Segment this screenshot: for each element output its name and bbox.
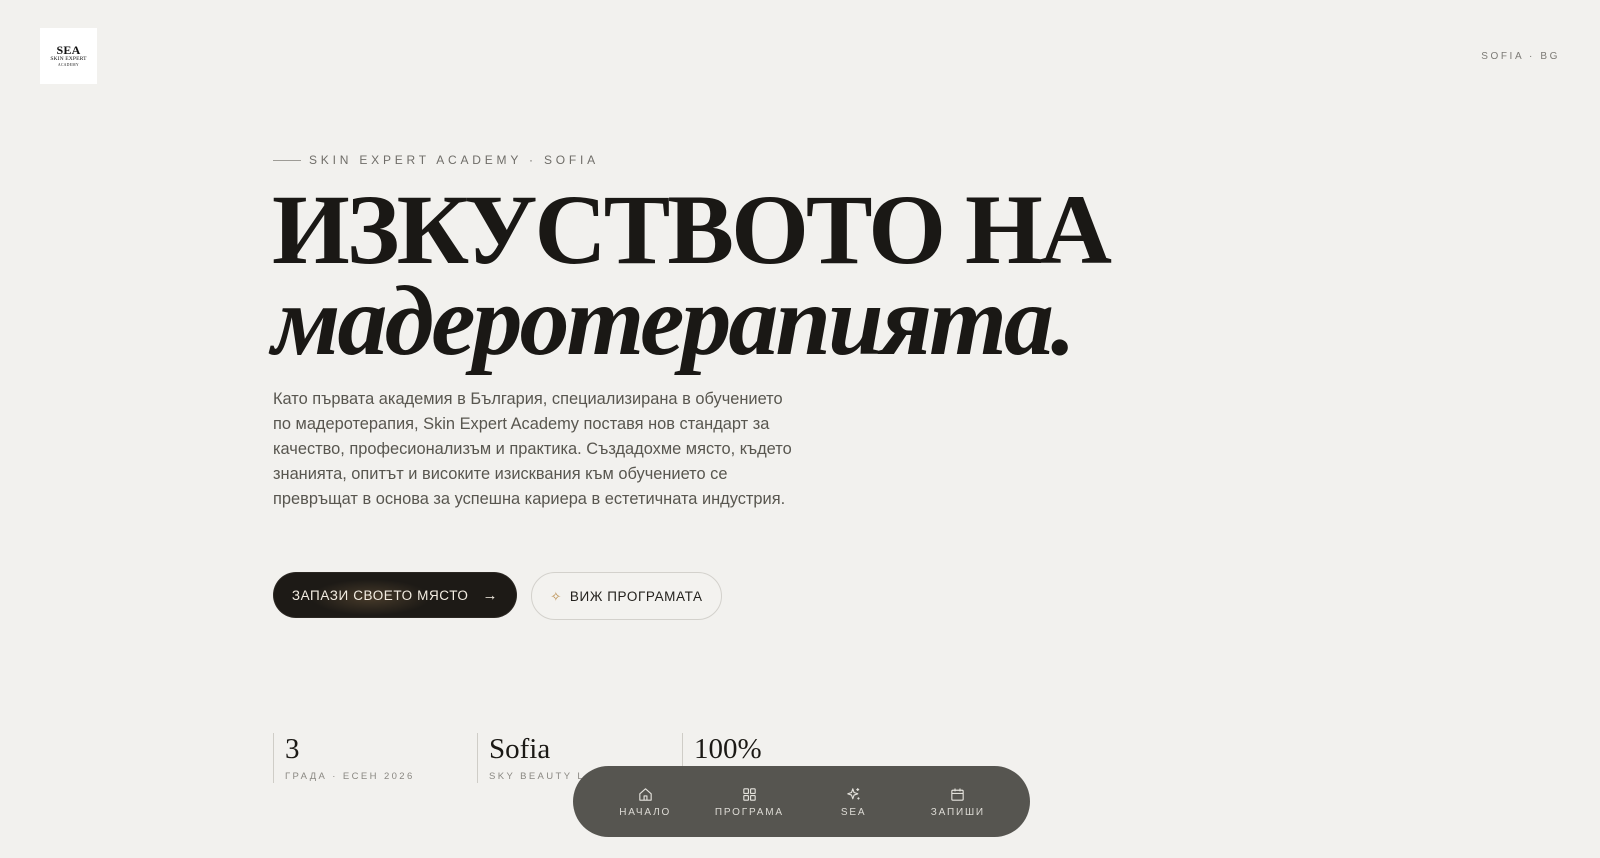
- logo-wordmark: SEA: [56, 43, 81, 57]
- arrow-right-icon: →: [482, 586, 499, 604]
- dock-item-sea[interactable]: SEA: [809, 786, 899, 818]
- reserve-spot-label: ЗАПАЗИ СВОЕТО МЯСТО: [291, 587, 469, 603]
- landing-page: SEA SKIN EXPERT ACADEMY SOFIA · BG SKIN …: [0, 0, 1600, 858]
- dock-item-program[interactable]: ПРОГРАМА: [704, 786, 794, 818]
- logo-tagline: ACADEMY: [58, 63, 79, 67]
- dock-label: SEA: [840, 806, 867, 818]
- hero-lead: Като първата академия в България, специа…: [273, 390, 792, 508]
- stat-label: ГРАДА · ЕСЕН 2026: [285, 771, 415, 782]
- reserve-spot-button[interactable]: ЗАПАЗИ СВОЕТО МЯСТО →: [273, 572, 517, 618]
- hero-title-line2: мадеротерапията.: [272, 265, 1076, 376]
- stat-value: Sofia: [489, 733, 551, 765]
- grid-icon: [743, 787, 756, 801]
- calendar-icon: [951, 787, 965, 801]
- dock-item-home[interactable]: НАЧАЛО: [600, 786, 690, 818]
- floating-nav-dock: НАЧАЛО ПРОГРАМА SEA ЗАПИШИ: [573, 766, 1030, 837]
- dock-label: ПРОГРАМА: [714, 806, 784, 818]
- sparkle-icon: ✧: [550, 588, 562, 604]
- eyebrow-text: SKIN EXPERT ACADEMY · SOFIA: [309, 153, 599, 167]
- stat-cities: 3 ГРАДА · ЕСЕН 2026: [273, 733, 473, 783]
- locale-indicator: SOFIA · BG: [1481, 51, 1560, 62]
- view-program-label: ВИЖ ПРОГРАМАТА: [569, 588, 703, 604]
- logo-subtitle: SKIN EXPERT: [50, 56, 87, 62]
- hero-eyebrow: SKIN EXPERT ACADEMY · SOFIA: [273, 153, 599, 167]
- stat-value: 3: [285, 733, 300, 765]
- dock-label: ЗАПИШИ: [930, 806, 985, 818]
- view-program-button[interactable]: ✧ ВИЖ ПРОГРАМАТА: [531, 572, 722, 620]
- dock-label: НАЧАЛО: [619, 806, 672, 818]
- home-icon: [638, 787, 652, 801]
- sparkle-icon: [847, 787, 860, 799]
- dock-item-enroll[interactable]: ЗАПИШИ: [913, 786, 1003, 818]
- hero-title: ИЗКУСТВОТО НА мадеротерапията.: [272, 178, 1112, 376]
- eyebrow-rule: [273, 159, 301, 161]
- stat-value: 100%: [694, 733, 762, 765]
- brand-logo[interactable]: SEA SKIN EXPERT ACADEMY: [40, 28, 97, 84]
